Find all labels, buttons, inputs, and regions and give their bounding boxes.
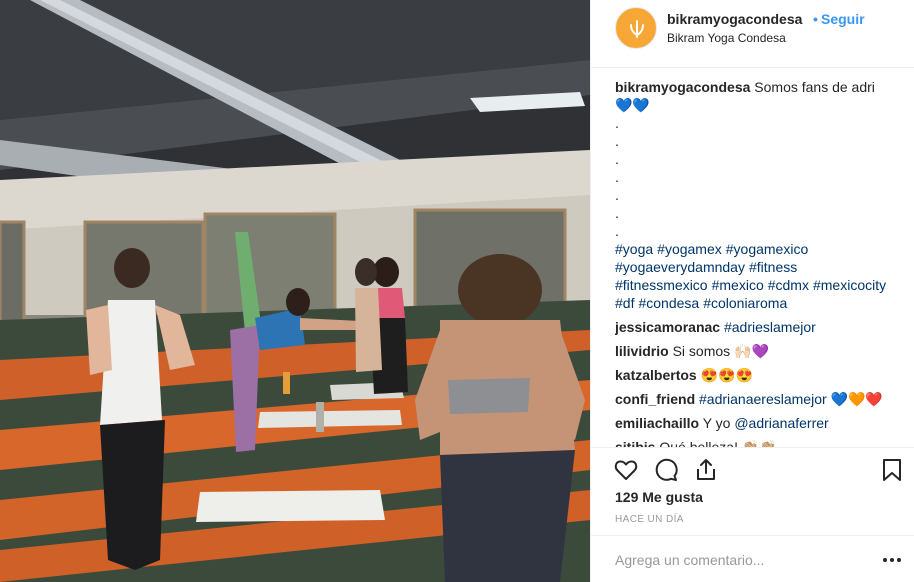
- post-panel: bikramyogacondesa • Seguir Bikram Yoga C…: [590, 0, 914, 582]
- post-header: bikramyogacondesa • Seguir Bikram Yoga C…: [591, 0, 914, 68]
- comment-row: confi_friend #adrianaereslamejor 💙🧡❤️: [615, 390, 905, 408]
- hashtag-link[interactable]: #mexicocity: [813, 277, 886, 293]
- comment-text: 💙🧡❤️: [826, 391, 883, 407]
- add-comment-input[interactable]: [615, 550, 865, 570]
- comments-list[interactable]: bikramyogacondesa Somos fans de adri 💙💙 …: [615, 78, 905, 448]
- caption-hearts: 💙💙: [615, 97, 650, 113]
- comment-username[interactable]: jessicamoranac: [615, 319, 720, 335]
- hashtag-link[interactable]: #mexico: [712, 277, 764, 293]
- avatar[interactable]: [615, 7, 657, 49]
- caption-dot: .: [615, 187, 619, 203]
- add-comment-bar: [591, 535, 914, 582]
- comment-username[interactable]: emiliachaillo: [615, 415, 699, 431]
- logo-icon: [630, 20, 644, 38]
- comment-text: Si somos 🙌🏻💜: [672, 343, 769, 359]
- caption-dot: .: [615, 205, 619, 221]
- hashtag-link[interactable]: #condesa: [638, 295, 699, 311]
- post-timestamp[interactable]: HACE UN DÍA: [615, 514, 684, 525]
- hashtag-link[interactable]: #yogamex: [657, 241, 722, 257]
- action-bar: [591, 447, 914, 491]
- hashtag-link[interactable]: #df: [615, 295, 634, 311]
- hashtag-link[interactable]: #yogamexico: [726, 241, 809, 257]
- comment-text: Y yo: [702, 415, 735, 431]
- hashtag-link[interactable]: #yoga: [615, 241, 653, 257]
- location-link[interactable]: Bikram Yoga Condesa: [667, 31, 786, 45]
- comment-row: katzalbertos 😍😍😍: [615, 366, 905, 384]
- follow-dot: •: [813, 11, 818, 27]
- heart-icon[interactable]: [613, 457, 639, 483]
- caption-dot: .: [615, 133, 619, 149]
- yoga-class-image: [0, 0, 590, 582]
- hashtag-link[interactable]: #yogaeverydamnday: [615, 259, 745, 275]
- comment-hashtag[interactable]: #adrianaereslamejor: [699, 391, 827, 407]
- hashtag-link[interactable]: #fitnessmexico: [615, 277, 708, 293]
- caption: bikramyogacondesa Somos fans de adri 💙💙 …: [615, 78, 905, 312]
- comment-hashtag[interactable]: #adrieslamejor: [724, 319, 816, 335]
- comment-row: jessicamoranac #adrieslamejor: [615, 318, 905, 336]
- comment-username[interactable]: katzalbertos: [615, 367, 697, 383]
- post-photo[interactable]: [0, 0, 590, 582]
- header-username[interactable]: bikramyogacondesa: [667, 11, 802, 27]
- comment-icon[interactable]: [653, 457, 679, 483]
- comment-text: 😍😍😍: [700, 367, 753, 383]
- comment-row: lilividrio Si somos 🙌🏻💜: [615, 342, 905, 360]
- caption-dots: . . . . . . .: [615, 114, 905, 240]
- caption-username[interactable]: bikramyogacondesa: [615, 79, 750, 95]
- share-icon[interactable]: [693, 457, 719, 483]
- likes-count[interactable]: 129 Me gusta: [615, 489, 703, 505]
- follow-button[interactable]: Seguir: [821, 11, 865, 27]
- caption-dot: .: [615, 115, 619, 131]
- caption-text: Somos fans de adri: [754, 79, 875, 95]
- more-options-icon[interactable]: [881, 549, 903, 571]
- comment-username[interactable]: lilividrio: [615, 343, 669, 359]
- comment-mention[interactable]: @adrianaferrer: [734, 415, 828, 431]
- comment-username[interactable]: confi_friend: [615, 391, 695, 407]
- hashtag-link[interactable]: #cdmx: [768, 277, 809, 293]
- caption-dot: .: [615, 223, 619, 239]
- comment-row: emiliachaillo Y yo @adrianaferrer: [615, 414, 905, 432]
- caption-dot: .: [615, 151, 619, 167]
- caption-hashtags: #yoga #yogamex #yogamexico #yogaeverydamnd…: [615, 240, 905, 312]
- bookmark-icon[interactable]: [879, 457, 905, 483]
- hashtag-link[interactable]: #fitness: [749, 259, 797, 275]
- hashtag-link[interactable]: #coloniaroma: [703, 295, 787, 311]
- caption-dot: .: [615, 169, 619, 185]
